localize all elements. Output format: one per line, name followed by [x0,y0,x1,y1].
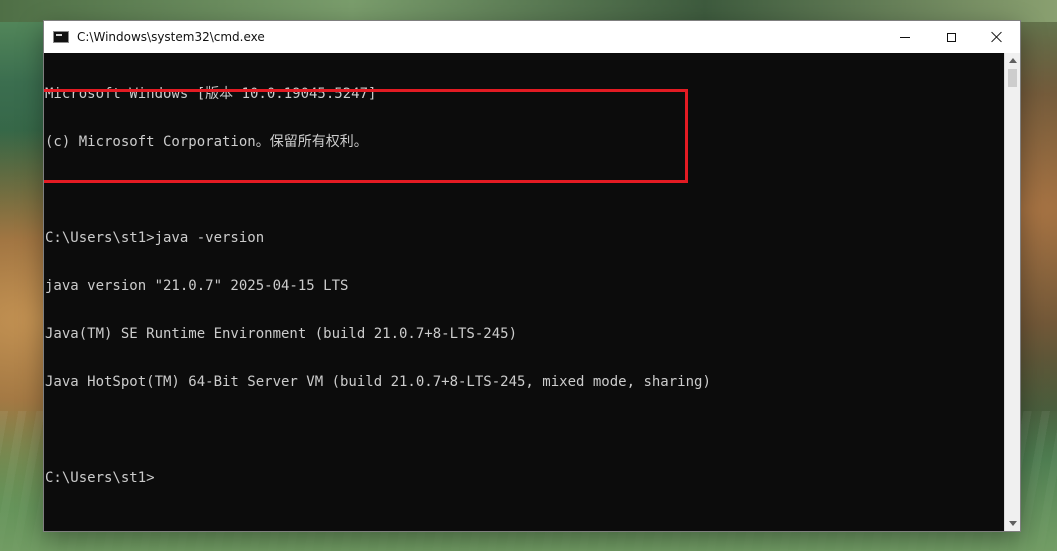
minimize-icon [900,36,910,38]
maximize-button[interactable] [928,21,974,53]
console-line-5: java version "21.0.7" 2025-04-15 LTS [45,278,349,294]
scroll-thumb[interactable] [1008,69,1017,87]
console-line-6: Java(TM) SE Runtime Environment (build 2… [45,326,518,342]
console-line-7: Java HotSpot(TM) 64-Bit Server VM (build… [45,374,711,390]
close-icon [991,31,1003,43]
window-controls [882,21,1020,53]
vertical-scrollbar[interactable] [1004,53,1020,531]
console-line-8 [45,422,1006,438]
command-prompt-window: C:\Windows\system32\cmd.exe Microsoft Wi… [43,20,1021,532]
cmd-icon [53,31,69,43]
console-lines: Microsoft Windows [版本 10.0.19045.5247] (… [45,54,1006,518]
window-titlebar[interactable]: C:\Windows\system32\cmd.exe [44,21,1020,53]
scroll-down-arrow-icon[interactable] [1009,521,1017,526]
console-line-1: Microsoft Windows [版本 10.0.19045.5247] [45,86,377,102]
console-line-4: C:\Users\st1>java -version [45,230,265,246]
scroll-up-arrow-icon[interactable] [1009,58,1017,63]
close-button[interactable] [974,21,1020,53]
minimize-button[interactable] [882,21,928,53]
wallpaper-top-band [0,0,1057,22]
console-output-area[interactable]: Microsoft Windows [版本 10.0.19045.5247] (… [44,53,1006,531]
console-line-2: (c) Microsoft Corporation。保留所有权利。 [45,134,368,150]
console-line-9: C:\Users\st1> [45,470,155,486]
console-line-3 [45,182,1006,198]
maximize-icon [946,32,956,42]
window-title: C:\Windows\system32\cmd.exe [77,30,265,44]
